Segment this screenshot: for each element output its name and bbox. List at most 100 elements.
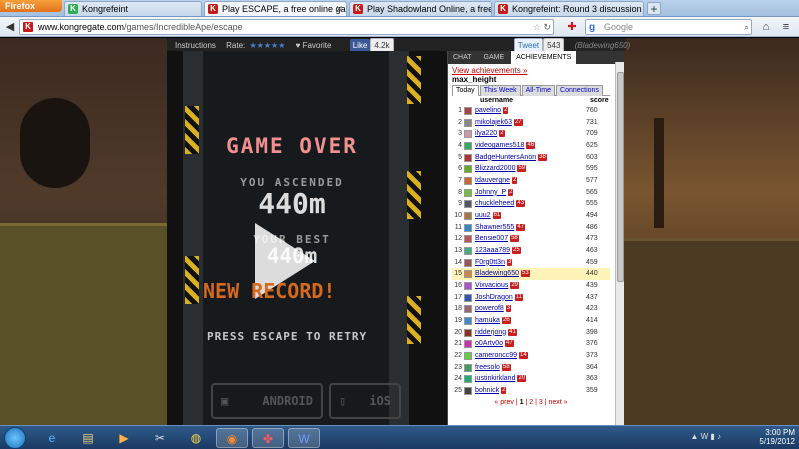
tab-achievements[interactable]: ACHIEVEMENTS xyxy=(511,51,577,64)
instructions-link[interactable]: Instructions xyxy=(175,41,216,50)
username-link[interactable]: Bladewing650 53 xyxy=(475,268,530,280)
table-row[interactable]: 17 JoshDragon 11 437 xyxy=(452,292,610,304)
android-button[interactable]: ▣ ANDROID xyxy=(211,383,323,419)
table-row[interactable]: 15 Bladewing650 53 440 xyxy=(452,268,610,281)
favorite-link[interactable]: ♥ Favorite xyxy=(296,41,340,50)
username-link[interactable]: Vixvacious 29 xyxy=(475,280,520,292)
table-row[interactable]: 22 cameroncc99 14 373 xyxy=(452,350,610,362)
range-tab-connections[interactable]: Connections xyxy=(556,85,603,96)
username-link[interactable]: videogames518 46 xyxy=(475,140,536,152)
tab-chat[interactable]: CHAT xyxy=(448,51,477,64)
start-button[interactable] xyxy=(4,427,26,449)
table-row[interactable]: 18 powerof8 3 423 xyxy=(452,303,610,315)
tools-icon[interactable]: ✂ xyxy=(144,428,176,448)
back-arrow-icon[interactable]: ◀ xyxy=(2,19,18,35)
username-link[interactable]: cameroncc99 14 xyxy=(475,350,528,362)
site-identity-icon[interactable]: K xyxy=(23,22,33,32)
avatar[interactable] xyxy=(464,375,472,384)
username-link[interactable]: mikolajek63 27 xyxy=(475,117,523,129)
range-tab-week[interactable]: This Week xyxy=(479,85,521,96)
firefox-taskbar-icon[interactable]: ◉ xyxy=(216,428,248,448)
table-row[interactable]: 6 Blizzard2000 59 595 xyxy=(452,163,610,175)
table-row[interactable]: 5 BadgeHuntersAnon 38 603 xyxy=(452,152,610,164)
menu-icon[interactable]: ≡ xyxy=(778,19,794,35)
avatar[interactable] xyxy=(464,258,472,267)
avatar[interactable] xyxy=(464,153,472,162)
pager-page-3[interactable]: 3 xyxy=(539,399,543,406)
system-tray-icons[interactable]: ▲ W ▮ ♪ xyxy=(690,432,721,441)
globe-icon[interactable]: ◍ xyxy=(180,428,212,448)
avatar[interactable] xyxy=(464,352,472,361)
username-link[interactable]: bohnick 2 xyxy=(475,385,507,397)
avatar[interactable] xyxy=(464,305,472,314)
avatar[interactable] xyxy=(464,247,472,256)
username-label[interactable]: (Bladewing650) xyxy=(575,41,631,50)
range-tab-today[interactable]: Today xyxy=(452,85,479,96)
table-row[interactable]: 8 Johnny_P 2 565 xyxy=(452,187,610,199)
username-link[interactable]: uuu2 61 xyxy=(475,210,502,222)
table-row[interactable]: 11 Shawner555 47 486 xyxy=(452,222,610,234)
avatar[interactable] xyxy=(464,165,472,174)
avatar[interactable] xyxy=(464,317,472,326)
avatar[interactable] xyxy=(464,188,472,197)
avatar[interactable] xyxy=(464,282,472,291)
table-row[interactable]: 7 tdauvergne 2 577 xyxy=(452,175,610,187)
range-tab-alltime[interactable]: All-Time xyxy=(521,85,556,96)
tab-kongrefeint-discussion[interactable]: K Kongrefeint: Round 3 discussion on K..… xyxy=(494,1,644,16)
avatar[interactable] xyxy=(464,130,472,139)
tab-game[interactable]: GAME xyxy=(479,51,510,64)
avatar[interactable] xyxy=(464,270,472,279)
avatar[interactable] xyxy=(464,293,472,302)
firefox-menu-button[interactable]: Firefox xyxy=(0,0,62,12)
table-row[interactable]: 4 videogames518 46 625 xyxy=(452,140,610,152)
avatar[interactable] xyxy=(464,212,472,221)
avatar[interactable] xyxy=(464,235,472,244)
username-link[interactable]: JoshDragon 11 xyxy=(475,292,523,304)
tab-kongrefeint[interactable]: K Kongrefeint xyxy=(64,1,202,16)
username-link[interactable]: justinkirkland 20 xyxy=(475,373,527,385)
page-scrollbar[interactable] xyxy=(615,62,624,425)
pager-page-1[interactable]: 1 xyxy=(520,399,524,406)
table-row[interactable]: 1 pavelino 2 760 xyxy=(452,105,610,117)
app-taskbar-icon[interactable]: ✤ xyxy=(252,428,284,448)
search-icon[interactable]: ⌕ xyxy=(744,20,749,34)
file-explorer-icon[interactable]: ▤ xyxy=(72,428,104,448)
table-row[interactable]: 21 o0Artv0o 47 376 xyxy=(452,338,610,350)
tab-shadowland[interactable]: K Play Shadowland Online, a free online.… xyxy=(349,1,492,16)
table-row[interactable]: 14 F0rg0tt3n 3 459 xyxy=(452,257,610,269)
view-achievements-link[interactable]: View achievements » xyxy=(452,66,610,75)
username-link[interactable]: chuckleheed 43 xyxy=(475,198,525,210)
table-row[interactable]: 25 bohnick 2 359 xyxy=(452,385,610,397)
username-link[interactable]: ilya220 2 xyxy=(475,128,505,140)
username-link[interactable]: freesolo 58 xyxy=(475,362,511,374)
pager-page-2[interactable]: 2 xyxy=(529,399,533,406)
scrollbar-thumb[interactable] xyxy=(617,72,624,282)
rating-stars-icon[interactable]: ★★★★★ xyxy=(250,41,286,50)
table-row[interactable]: 9 chuckleheed 43 555 xyxy=(452,198,610,210)
avatar[interactable] xyxy=(464,142,472,151)
new-tab-button[interactable]: + xyxy=(647,2,661,15)
username-link[interactable]: tdauvergne 2 xyxy=(475,175,518,187)
username-link[interactable]: F0rg0tt3n 3 xyxy=(475,257,513,269)
avatar[interactable] xyxy=(464,387,472,396)
username-link[interactable]: Shawner555 47 xyxy=(475,222,525,234)
table-row[interactable]: 3 ilya220 2 709 xyxy=(452,128,610,140)
bookmark-star-icon[interactable]: ☆ xyxy=(533,20,541,34)
username-link[interactable]: o0Artv0o 47 xyxy=(475,338,514,350)
search-input[interactable]: g Google ⌕ xyxy=(585,19,752,35)
kongregate-toolbar-icon[interactable]: ✚ xyxy=(564,19,580,35)
table-row[interactable]: 19 hamuka 26 414 xyxy=(452,315,610,327)
username-link[interactable]: 123aaa789 25 xyxy=(475,245,521,257)
avatar[interactable] xyxy=(464,363,472,372)
avatar[interactable] xyxy=(464,328,472,337)
table-row[interactable]: 13 123aaa789 25 463 xyxy=(452,245,610,257)
close-tab-icon[interactable]: ✕ xyxy=(335,2,343,16)
username-link[interactable]: powerof8 3 xyxy=(475,303,512,315)
username-link[interactable]: Bensie007 58 xyxy=(475,233,519,245)
username-link[interactable]: Johnny_P 2 xyxy=(475,187,514,199)
avatar[interactable] xyxy=(464,200,472,209)
media-player-icon[interactable]: ▶ xyxy=(108,428,140,448)
reload-icon[interactable]: ↻ xyxy=(543,20,551,34)
avatar[interactable] xyxy=(464,118,472,127)
avatar[interactable] xyxy=(464,107,472,115)
